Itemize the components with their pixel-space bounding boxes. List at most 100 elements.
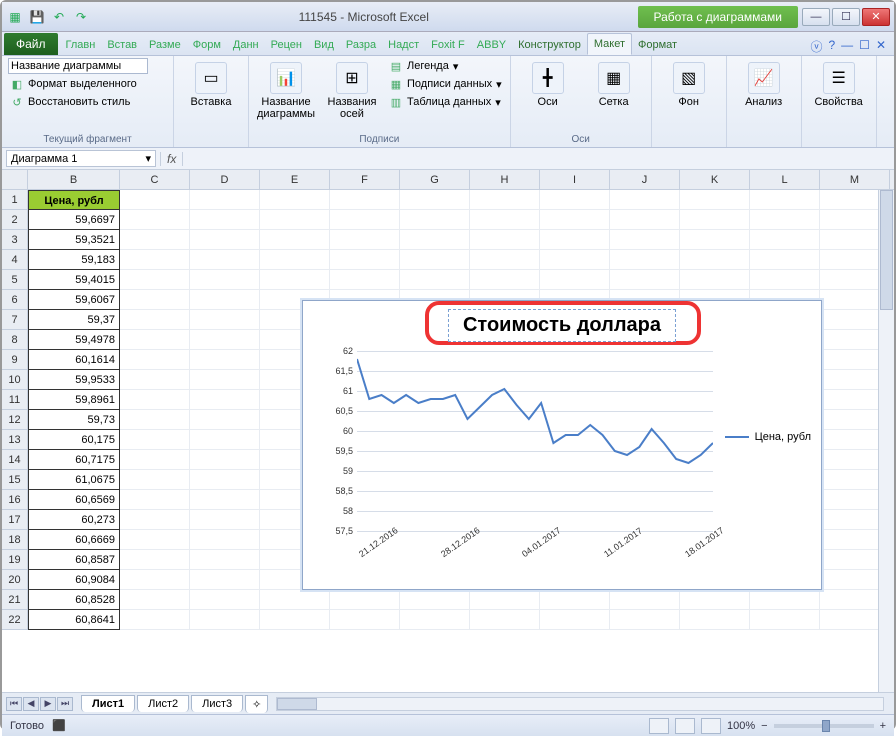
cell-I4[interactable] [540, 250, 610, 270]
chart-legend[interactable]: Цена, рубл [725, 431, 811, 443]
cell-F5[interactable] [330, 270, 400, 290]
cell-G4[interactable] [400, 250, 470, 270]
cell-B22[interactable]: 60,8641 [28, 610, 120, 630]
row-header-6[interactable]: 6 [2, 290, 28, 310]
chart-plot-area[interactable]: 57,55858,55959,56060,56161,562 21.12.201… [323, 351, 713, 561]
fx-button[interactable]: fx [160, 152, 183, 166]
tab-foxit[interactable]: Foxit F [425, 35, 471, 55]
cell-B17[interactable]: 60,273 [28, 510, 120, 530]
view-normal-button[interactable] [649, 718, 669, 734]
format-selection-button[interactable]: ◧Формат выделенного [8, 76, 148, 92]
cell-B20[interactable]: 60,9084 [28, 570, 120, 590]
cell-G2[interactable] [400, 210, 470, 230]
sheet-tab-2[interactable]: Лист2 [137, 695, 189, 712]
cell-C4[interactable] [120, 250, 190, 270]
cell-D18[interactable] [190, 530, 260, 550]
cell-K21[interactable] [680, 590, 750, 610]
tab-insert[interactable]: Встав [101, 35, 143, 55]
cell-D12[interactable] [190, 410, 260, 430]
legend-button[interactable]: ▤Легенда ▾ [387, 58, 504, 74]
cell-B6[interactable]: 59,6067 [28, 290, 120, 310]
tab-developer[interactable]: Разра [340, 35, 382, 55]
cell-C6[interactable] [120, 290, 190, 310]
name-box[interactable]: Диаграмма 1▾ [6, 150, 156, 167]
row-header-2[interactable]: 2 [2, 210, 28, 230]
cell-L21[interactable] [750, 590, 820, 610]
cell-C22[interactable] [120, 610, 190, 630]
cell-K22[interactable] [680, 610, 750, 630]
data-labels-button[interactable]: ▦Подписи данных ▾ [387, 76, 504, 92]
axes-button[interactable]: ╋Оси [517, 58, 579, 112]
cell-C2[interactable] [120, 210, 190, 230]
cell-L3[interactable] [750, 230, 820, 250]
cell-B9[interactable]: 60,1614 [28, 350, 120, 370]
cell-F3[interactable] [330, 230, 400, 250]
cell-B2[interactable]: 59,6697 [28, 210, 120, 230]
cell-C8[interactable] [120, 330, 190, 350]
cell-G3[interactable] [400, 230, 470, 250]
vscroll-thumb[interactable] [880, 190, 893, 310]
cell-K1[interactable] [680, 190, 750, 210]
row-header-1[interactable]: 1 [2, 190, 28, 210]
redo-icon[interactable]: ↷ [72, 8, 90, 26]
cell-J3[interactable] [610, 230, 680, 250]
cell-G5[interactable] [400, 270, 470, 290]
cell-B3[interactable]: 59,3521 [28, 230, 120, 250]
cell-E4[interactable] [260, 250, 330, 270]
minimize-button[interactable]: — [802, 8, 830, 26]
cell-F22[interactable] [330, 610, 400, 630]
cell-D1[interactable] [190, 190, 260, 210]
cell-H3[interactable] [470, 230, 540, 250]
sheet-tab-1[interactable]: Лист1 [81, 695, 135, 712]
cell-C5[interactable] [120, 270, 190, 290]
cell-I22[interactable] [540, 610, 610, 630]
new-sheet-button[interactable]: ✧ [245, 695, 268, 713]
sheet-tab-3[interactable]: Лист3 [191, 695, 243, 712]
row-header-5[interactable]: 5 [2, 270, 28, 290]
gridlines-button[interactable]: ▦Сетка [583, 58, 645, 112]
data-table-button[interactable]: ▥Таблица данных ▾ [387, 94, 504, 110]
chart-title[interactable]: Стоимость доллара [448, 309, 676, 342]
cell-L4[interactable] [750, 250, 820, 270]
row-header-8[interactable]: 8 [2, 330, 28, 350]
nav-prev-icon[interactable]: ◀ [23, 697, 39, 711]
cell-C10[interactable] [120, 370, 190, 390]
tab-addins[interactable]: Надст [382, 35, 425, 55]
row-header-10[interactable]: 10 [2, 370, 28, 390]
row-header-18[interactable]: 18 [2, 530, 28, 550]
cell-C20[interactable] [120, 570, 190, 590]
cell-F4[interactable] [330, 250, 400, 270]
cell-C3[interactable] [120, 230, 190, 250]
col-header-B[interactable]: B [28, 170, 120, 189]
cell-B5[interactable]: 59,4015 [28, 270, 120, 290]
cell-D7[interactable] [190, 310, 260, 330]
cell-H1[interactable] [470, 190, 540, 210]
background-button[interactable]: ▧Фон [658, 58, 720, 112]
close-button[interactable]: ✕ [862, 8, 890, 26]
cell-B7[interactable]: 59,37 [28, 310, 120, 330]
tab-ctx-layout[interactable]: Макет [587, 33, 632, 55]
cell-C11[interactable] [120, 390, 190, 410]
tab-home[interactable]: Главн [60, 35, 102, 55]
col-header-G[interactable]: G [400, 170, 470, 189]
tab-layout[interactable]: Разме [143, 35, 187, 55]
tab-view[interactable]: Вид [308, 35, 340, 55]
cell-G1[interactable] [400, 190, 470, 210]
vertical-scrollbar[interactable] [878, 190, 894, 692]
col-header-K[interactable]: K [680, 170, 750, 189]
cell-C21[interactable] [120, 590, 190, 610]
cell-D16[interactable] [190, 490, 260, 510]
cell-J2[interactable] [610, 210, 680, 230]
cell-K4[interactable] [680, 250, 750, 270]
chart-element-selector[interactable] [8, 58, 148, 74]
cell-E21[interactable] [260, 590, 330, 610]
view-layout-button[interactable] [675, 718, 695, 734]
save-icon[interactable]: 💾 [28, 8, 46, 26]
nav-next-icon[interactable]: ▶ [40, 697, 56, 711]
cell-D13[interactable] [190, 430, 260, 450]
cell-K2[interactable] [680, 210, 750, 230]
analysis-button[interactable]: 📈Анализ [733, 58, 795, 112]
cell-J22[interactable] [610, 610, 680, 630]
tab-abbyy[interactable]: ABBY [471, 35, 512, 55]
cell-E22[interactable] [260, 610, 330, 630]
